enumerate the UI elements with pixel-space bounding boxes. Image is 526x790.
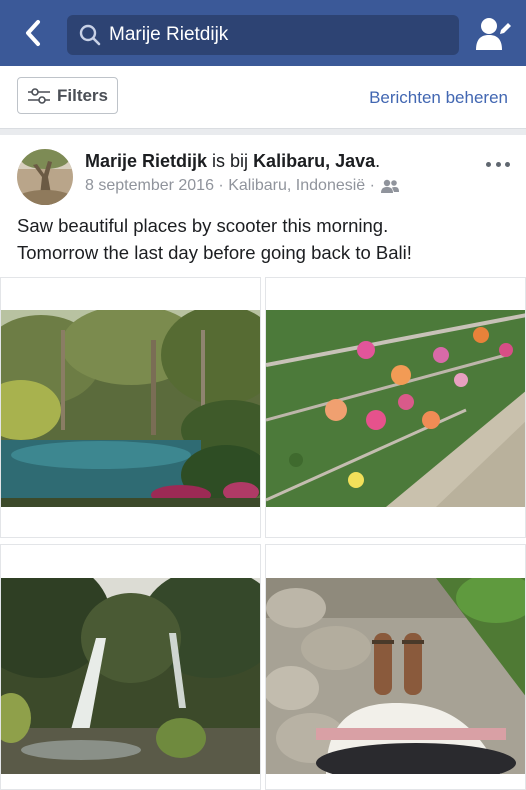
back-button[interactable] [18,16,48,50]
photo-lake[interactable] [0,277,261,538]
filters-button[interactable]: Filters [17,77,118,114]
manage-posts-link[interactable]: Berichten beheren [369,88,508,108]
meta-separator: · [213,177,229,194]
friends-audience-icon [381,179,400,193]
more-options-button[interactable] [486,157,510,171]
post-meta: 8 september 2016 · Kalibaru, Indonesië · [85,177,400,195]
post-place[interactable]: Kalibaru, Java [253,151,375,171]
more-dots-icon [486,161,491,167]
search-icon [77,22,103,48]
filters-label: Filters [56,85,109,105]
photo-feet[interactable] [265,544,526,790]
add-friend-icon [476,18,511,50]
post-location[interactable]: Kalibaru, Indonesië [228,177,365,195]
post-message: Saw beautiful places by scooter this mor… [17,212,517,266]
avatar[interactable] [17,149,73,205]
photo-flowers[interactable] [265,277,526,538]
photo-waterfall[interactable] [0,544,261,790]
post-header: Marije Rietdijk is bij Kalibaru, Java. [85,151,380,172]
meta-separator: · [365,177,380,194]
back-arrow-icon [26,20,40,46]
post-date[interactable]: 8 september 2016 [85,177,214,195]
filter-bar: Filters Berichten beheren [0,66,526,129]
filter-sliders-icon [27,87,50,104]
top-navigation-bar: Marije Rietdijk [0,0,526,66]
message-line: Saw beautiful places by scooter this mor… [17,215,389,236]
search-query-text[interactable]: Marije Rietdijk [109,24,228,46]
add-friend-button[interactable] [474,14,514,54]
post-place-suffix: . [375,151,381,171]
message-line: Tomorrow the last day before going back … [17,242,412,263]
search-field[interactable]: Marije Rietdijk [67,15,459,55]
post-connector: is bij [207,151,254,171]
post-author[interactable]: Marije Rietdijk [85,151,207,171]
